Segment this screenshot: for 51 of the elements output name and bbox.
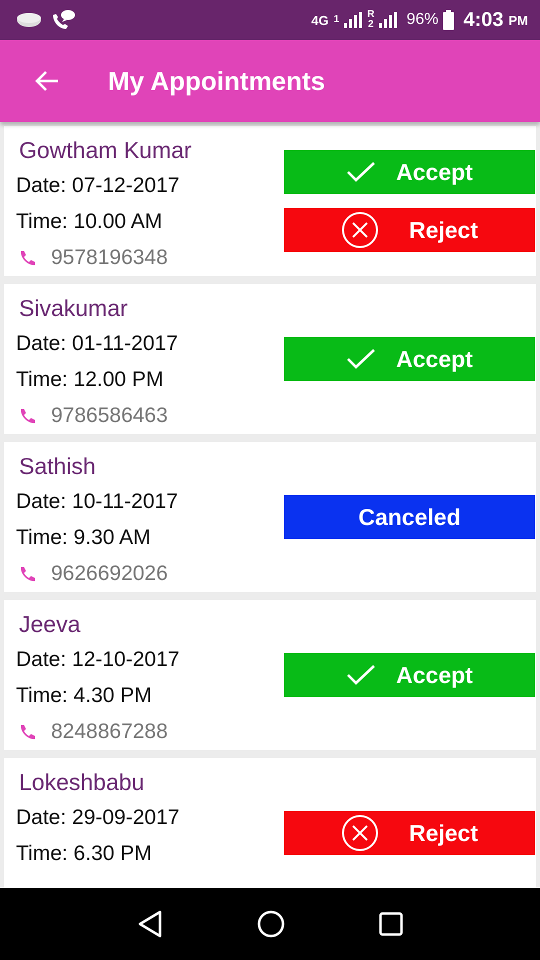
sim-label: 1 bbox=[334, 15, 340, 25]
sim-label: 2 bbox=[368, 20, 374, 30]
phone-number: 9626692026 bbox=[51, 562, 168, 586]
appointment-time: Time: 6.30 PM bbox=[16, 841, 153, 867]
patient-name: Gowtham Kumar bbox=[18, 136, 193, 164]
appointment-time: Time: 9.30 AM bbox=[16, 525, 152, 551]
patient-name: Sivakumar bbox=[18, 294, 129, 322]
signal-icon bbox=[344, 12, 362, 28]
battery-icon bbox=[443, 10, 454, 30]
clock-time: 4:03 bbox=[463, 8, 504, 32]
call-message-icon bbox=[50, 9, 76, 31]
reject-button[interactable]: Reject bbox=[284, 811, 535, 855]
appointment-date: Date: 07-12-2017 bbox=[16, 173, 180, 199]
appointment-time: Time: 12.00 PM bbox=[16, 367, 164, 393]
phone-number: 8248867288 bbox=[51, 720, 168, 744]
accept-button[interactable]: Accept bbox=[284, 337, 535, 381]
appointment-date: Date: 01-11-2017 bbox=[16, 331, 179, 357]
checkmark-icon bbox=[346, 664, 376, 686]
signal-icon bbox=[379, 12, 398, 28]
appointment-date: Date: 10-11-2017 bbox=[16, 489, 179, 515]
appointment-time: Time: 10.00 AM bbox=[16, 209, 164, 235]
appointment-date: Date: 29-09-2017 bbox=[16, 805, 180, 831]
checkmark-icon bbox=[346, 348, 376, 370]
appointment-time: Time: 4.30 PM bbox=[16, 683, 153, 709]
phone-icon bbox=[19, 408, 35, 424]
phone-number: 9578196348 bbox=[51, 246, 168, 270]
back-arrow-icon bbox=[34, 70, 60, 92]
page-title: My Appointments bbox=[108, 66, 326, 96]
recents-nav-icon[interactable] bbox=[379, 912, 403, 936]
phone-icon bbox=[19, 566, 35, 582]
patient-name: Lokeshbabu bbox=[18, 768, 146, 796]
clock-suffix: PM bbox=[508, 12, 528, 28]
circle-x-icon bbox=[340, 814, 379, 852]
roaming-label: R bbox=[367, 10, 374, 20]
appointment-date: Date: 12-10-2017 bbox=[16, 647, 180, 673]
accept-button[interactable]: Accept bbox=[284, 150, 535, 194]
battery-percent: 96% bbox=[406, 11, 438, 29]
reject-button[interactable]: Reject bbox=[284, 208, 535, 252]
back-nav-icon[interactable] bbox=[137, 910, 163, 938]
phone-number: 9786586463 bbox=[51, 404, 168, 428]
phone-icon bbox=[19, 250, 35, 266]
circle-x-icon bbox=[340, 211, 379, 249]
accept-button[interactable]: Accept bbox=[284, 653, 535, 697]
disk-icon bbox=[16, 12, 42, 28]
phone-icon bbox=[19, 724, 35, 740]
home-nav-icon[interactable] bbox=[257, 910, 285, 938]
checkmark-icon bbox=[346, 161, 376, 183]
canceled-button[interactable]: Canceled bbox=[284, 495, 535, 539]
network-label: 4G bbox=[311, 12, 329, 28]
patient-name: Sathish bbox=[18, 452, 97, 480]
patient-name: Jeeva bbox=[18, 610, 82, 638]
